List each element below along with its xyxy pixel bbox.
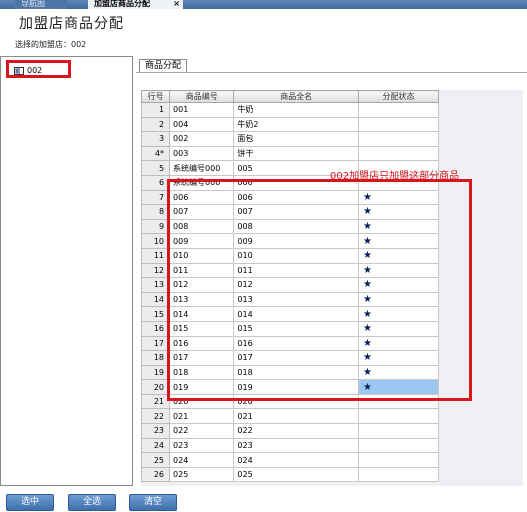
product-name-cell[interactable]: 面包	[233, 131, 360, 147]
row-number-cell: 12	[140, 262, 171, 279]
tab-navigation[interactable]: 导航图	[15, 0, 67, 9]
tab-bar: 导航图 加盟店商品分配 ×	[0, 0, 527, 9]
row-number-cell: 11	[140, 247, 171, 264]
product-code-cell[interactable]: 001	[169, 102, 235, 118]
allocation-status-cell[interactable]	[358, 145, 439, 162]
row-number-cell: 21	[140, 393, 171, 410]
row-number-cell: 22	[140, 408, 171, 425]
clear-button[interactable]: 清空	[129, 494, 177, 511]
row-number-cell: 2	[140, 116, 171, 133]
table-row[interactable]: 3 002 面包	[140, 131, 439, 147]
product-name-cell[interactable]: 023	[233, 437, 360, 454]
row-number-cell: 15	[140, 306, 171, 322]
allocation-status-cell[interactable]	[358, 102, 439, 118]
tab-product-allocation[interactable]: 商品分配	[139, 59, 188, 73]
row-number-cell: 4*	[140, 145, 171, 162]
row-number-cell: 23	[140, 423, 171, 439]
column-header-allocation-status[interactable]: 分配状态	[358, 90, 439, 103]
product-name-cell[interactable]: 025	[233, 466, 360, 483]
annotation-text: 002加盟店只加盟这部分商品	[330, 171, 460, 182]
row-number-cell: 3	[140, 131, 171, 147]
tree-highlight-box	[6, 60, 71, 78]
table-row[interactable]: 1 001 牛奶	[140, 102, 439, 118]
tab-label: 加盟店商品分配	[94, 0, 150, 8]
row-number-cell: 14	[140, 291, 171, 308]
product-code-cell[interactable]: 004	[169, 116, 235, 133]
table-row[interactable]: 24 023 023	[140, 437, 439, 454]
allocation-status-cell[interactable]	[358, 116, 439, 133]
product-name-cell[interactable]: 024	[233, 452, 360, 468]
select-all-button[interactable]: 全选	[68, 494, 116, 511]
product-code-cell[interactable]: 022	[169, 423, 235, 439]
row-number-cell: 25	[140, 452, 171, 468]
close-icon[interactable]: ×	[173, 0, 180, 8]
row-number-cell: 17	[140, 335, 171, 352]
allocated-highlight-box	[167, 179, 472, 401]
divider	[136, 72, 527, 73]
product-name-cell[interactable]: 牛奶	[233, 102, 360, 118]
row-number-cell: 20	[140, 379, 171, 395]
column-header-row-number[interactable]: 行号	[140, 90, 171, 103]
product-code-cell[interactable]: 025	[169, 466, 235, 483]
column-header-product-code[interactable]: 商品编号	[169, 90, 235, 103]
row-number-cell: 24	[140, 437, 171, 454]
product-code-cell[interactable]: 003	[169, 145, 235, 162]
row-number-cell: 26	[140, 466, 171, 483]
product-name-cell[interactable]: 022	[233, 423, 360, 439]
row-number-cell: 8	[140, 204, 171, 220]
allocation-status-cell[interactable]	[358, 408, 439, 425]
tab-franchise-allocation[interactable]: 加盟店商品分配 ×	[88, 0, 183, 9]
table-row[interactable]: 22 021 021	[140, 408, 439, 425]
product-code-cell[interactable]: 002	[169, 131, 235, 147]
row-number-cell: 9	[140, 218, 171, 235]
product-code-cell[interactable]: 021	[169, 408, 235, 425]
table-row[interactable]: 2 004 牛奶2	[140, 116, 439, 133]
table-row[interactable]: 26 025 025	[140, 466, 439, 483]
product-code-cell[interactable]: 系统编号000	[169, 160, 235, 176]
table-row[interactable]: 23 022 022	[140, 423, 439, 439]
store-tree-panel: 002	[0, 56, 133, 486]
allocation-status-cell[interactable]	[358, 131, 439, 147]
allocation-status-cell[interactable]	[358, 466, 439, 483]
row-number-cell: 6	[140, 174, 171, 191]
column-header-product-name[interactable]: 商品全名	[233, 90, 360, 103]
product-name-cell[interactable]: 021	[233, 408, 360, 425]
row-number-cell: 1	[140, 102, 171, 118]
select-button[interactable]: 选中	[6, 494, 54, 511]
product-name-cell[interactable]: 牛奶2	[233, 116, 360, 133]
row-number-cell: 5	[140, 160, 171, 176]
row-number-cell: 19	[140, 364, 171, 381]
allocation-status-cell[interactable]	[358, 437, 439, 454]
product-code-cell[interactable]: 023	[169, 437, 235, 454]
allocation-status-cell[interactable]	[358, 452, 439, 468]
allocation-status-cell[interactable]	[358, 423, 439, 439]
row-number-cell: 18	[140, 350, 171, 366]
row-number-cell: 7	[140, 189, 171, 206]
row-number-cell: 13	[140, 277, 171, 293]
selected-store-label: 选择的加盟店：002	[15, 40, 87, 49]
row-number-cell: 16	[140, 320, 171, 337]
product-name-cell[interactable]: 饼干	[233, 145, 360, 162]
product-code-cell[interactable]: 024	[169, 452, 235, 468]
table-row[interactable]: 25 024 024	[140, 452, 439, 468]
page-title: 加盟店商品分配	[19, 16, 124, 32]
table-row[interactable]: 4* 003 饼干	[140, 145, 439, 162]
row-number-cell: 10	[140, 233, 171, 249]
